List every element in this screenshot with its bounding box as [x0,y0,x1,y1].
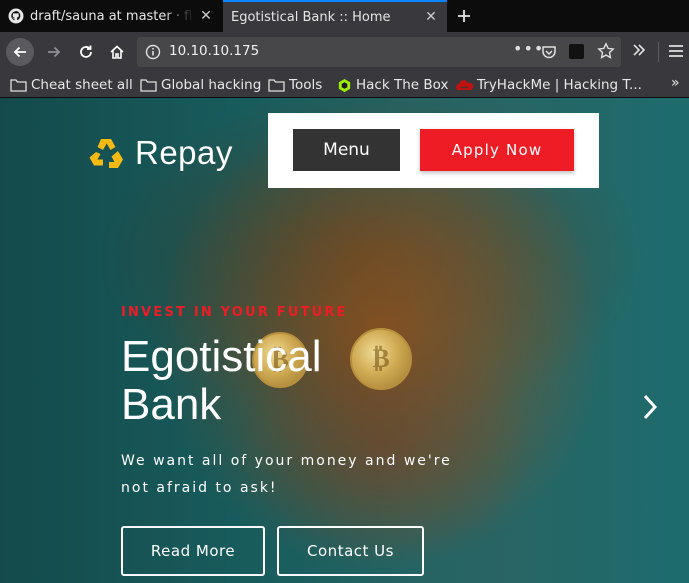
page-actions-icon[interactable]: ••• [513,39,544,58]
tab-bar: draft/sauna at master · flu ✕ Egotistica… [0,0,689,32]
reload-button[interactable] [72,38,100,66]
new-tab-icon[interactable] [452,4,476,28]
hackthebox-icon [338,78,351,92]
web-page: ₿ ₿ Repay Menu Apply Now INVEST IN YOUR … [0,98,689,583]
contact-us-button[interactable]: Contact Us [277,526,424,576]
apply-now-button[interactable]: Apply Now [420,129,574,171]
arrow-right-icon [48,46,61,58]
folder-icon [140,79,157,92]
arrow-left-icon [13,46,26,58]
bookmarks-overflow-button[interactable]: » [671,75,680,91]
hero-title: Egotistical Bank [121,333,322,429]
bookmark-tools[interactable]: Tools [268,75,322,95]
bookmark-hack-the-box[interactable]: Hack The Box [337,75,448,95]
bookmark-label: Global hacking [161,77,262,93]
bookmark-label: Hack The Box [356,77,449,93]
tab-title: Egotistical Bank :: Home [231,9,391,25]
forward-button[interactable] [40,38,68,66]
home-icon [110,45,124,59]
logo-text: Repay [135,134,233,171]
tryhackme-icon [456,79,473,90]
bookmark-label: TryHackMe | Hacking T... [477,77,642,93]
hero-subtitle: We want all of your money and we're not … [121,453,452,496]
hamburger-menu-icon[interactable] [668,44,684,58]
bookmark-star-icon[interactable] [597,42,615,60]
url-text[interactable]: 10.10.10.175 [169,43,259,59]
tab-egotistical-bank[interactable]: Egotistical Bank :: Home ✕ [223,0,447,32]
read-more-button[interactable]: Read More [121,526,265,576]
toolbar-separator [658,42,659,62]
reload-icon [80,45,92,58]
chevron-right-icon[interactable] [641,392,659,422]
recycle-icon [89,139,123,168]
folder-icon [268,79,285,92]
home-button[interactable] [103,38,131,66]
close-tab-icon[interactable]: ✕ [194,4,218,28]
close-tab-icon[interactable]: ✕ [419,5,443,29]
bookmark-global-hacking[interactable]: Global hacking [140,75,261,95]
back-button[interactable] [6,38,34,66]
bitcoin-coin-image: ₿ [350,328,412,390]
tab-github[interactable]: draft/sauna at master · flu ✕ [0,0,222,32]
bookmark-label: Tools [289,77,323,93]
hero-kicker: INVEST IN YOUR FUTURE [121,305,348,320]
header-actions: Menu Apply Now [268,113,599,188]
pocket-icon[interactable] [541,44,557,60]
overflow-chevron-icon[interactable] [631,42,647,58]
extension-icon[interactable] [569,44,584,59]
menu-button[interactable]: Menu [293,129,400,171]
hero-title-line: Bank [121,380,222,429]
hero-title-line: Egotistical [121,332,322,381]
tab-title: draft/sauna at master · flu [30,8,194,24]
info-icon[interactable] [145,44,161,60]
github-icon [8,8,24,24]
url-bar[interactable]: 10.10.10.175 ••• [137,37,621,67]
folder-icon [10,79,27,92]
bookmark-label: Cheat sheet all [31,77,133,93]
bookmarks-bar: Cheat sheet all Global hacking Tools Hac… [0,72,689,98]
bookmark-tryhackme[interactable]: TryHackMe | Hacking T... [456,75,646,95]
navigation-bar: 10.10.10.175 ••• [0,32,689,72]
site-logo[interactable]: Repay [88,134,233,172]
bookmark-cheat-sheet[interactable]: Cheat sheet all [10,75,133,95]
